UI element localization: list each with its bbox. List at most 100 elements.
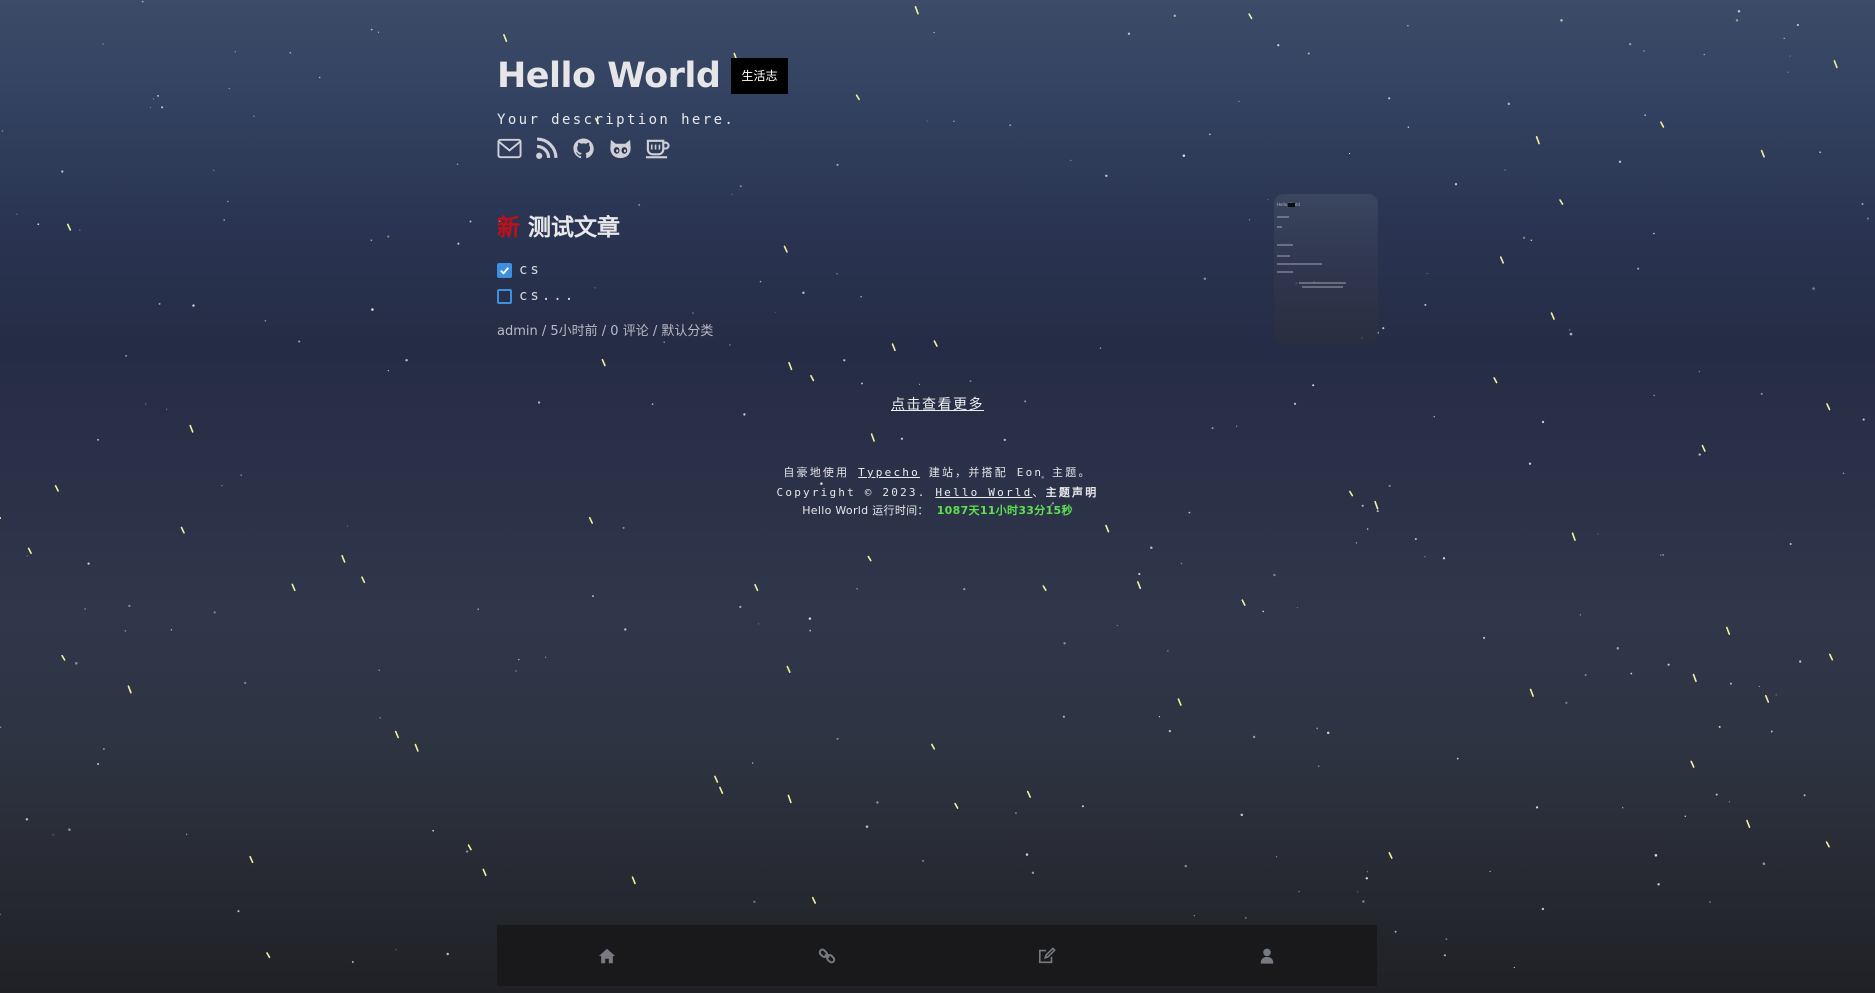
star-dot (1273, 573, 1276, 577)
nav-user[interactable] (1157, 925, 1377, 986)
star-dot (1099, 347, 1102, 349)
star-dot (592, 595, 594, 598)
post-meta: admin / 5小时前 / 0 评论 / 默认分类 (497, 324, 714, 339)
falling-spark (1825, 841, 1830, 848)
falling-spark (1177, 698, 1182, 706)
star-dot (102, 43, 104, 45)
post-title-text[interactable]: 测试文章 (528, 215, 620, 241)
falling-spark (1559, 199, 1564, 205)
falling-spark (719, 786, 724, 795)
star-dot (152, 98, 155, 100)
preview-thumbnail[interactable]: Hello World (1274, 194, 1378, 344)
star-dot (1244, 916, 1247, 919)
star-dot (1394, 930, 1397, 933)
falling-spark (1833, 60, 1838, 69)
falling-spark (1829, 653, 1834, 661)
post-title[interactable]: 新测试文章 (497, 208, 1137, 242)
coffee-icon[interactable] (645, 137, 670, 160)
task-item: cs... (497, 288, 1137, 304)
falling-spark (870, 433, 875, 442)
star-dot (379, 717, 381, 719)
star-dot (1698, 370, 1701, 373)
star-dot (1366, 871, 1368, 873)
star-dot (253, 115, 255, 118)
star-dot (1735, 19, 1739, 22)
star-dot (1541, 907, 1545, 911)
star-dot (1317, 765, 1320, 768)
edit-icon (1038, 946, 1056, 963)
star-dot (1366, 528, 1369, 530)
star-dot (809, 629, 812, 632)
star-dot (1770, 730, 1773, 733)
star-dot (1667, 663, 1670, 666)
view-more-link[interactable]: 点击查看更多 (891, 397, 984, 413)
star-dot (387, 369, 389, 372)
falling-spark (1248, 13, 1253, 20)
star-dot (808, 617, 812, 620)
falling-spark (786, 665, 791, 674)
star-dot (1775, 694, 1777, 696)
typecho-link[interactable]: Typecho (858, 466, 920, 479)
falling-spark (467, 844, 472, 851)
star-dot (1703, 53, 1706, 56)
star-dot (1684, 815, 1687, 818)
falling-spark (631, 876, 636, 885)
star-dot (638, 203, 641, 206)
star-dot (298, 340, 301, 343)
star-dot (1618, 160, 1622, 163)
github-icon[interactable] (571, 137, 596, 160)
falling-spark (1105, 524, 1110, 533)
checkbox-checked[interactable] (497, 262, 512, 278)
star-dot (1138, 572, 1141, 576)
star-dot (1070, 159, 1072, 162)
star-dot (1654, 854, 1658, 857)
star-dot (1569, 329, 1571, 331)
site-home-link[interactable]: Hello World (935, 486, 1032, 499)
site-badge[interactable]: 生活志 (731, 58, 788, 94)
star-dot (264, 319, 267, 322)
star-dot (1454, 183, 1458, 186)
star-dot (1173, 14, 1176, 17)
rss-icon[interactable] (534, 137, 559, 160)
post-card: 新测试文章 cs cs... admin / 5小时前 / 0 评论 / 默认分… (497, 208, 1137, 339)
theme-statement-link[interactable]: 主题声明 (1046, 486, 1099, 499)
mail-icon[interactable] (497, 137, 522, 160)
star-dot (757, 623, 760, 625)
star-dot (125, 355, 127, 357)
star-dot (1789, 55, 1791, 57)
star-dot (1127, 32, 1131, 36)
star-dot (289, 51, 292, 54)
star-dot (1298, 890, 1300, 893)
star-dot (933, 31, 935, 34)
copyright-text: Copyright © 2023. (776, 486, 927, 499)
star-dot (624, 628, 627, 631)
cat-icon[interactable] (608, 137, 633, 160)
star-dot (87, 562, 90, 565)
nav-edit[interactable] (937, 925, 1157, 986)
star-dot (1637, 267, 1640, 270)
star-dot (1238, 100, 1240, 103)
task-list: cs cs... (497, 262, 1137, 304)
task-label: cs... (519, 288, 577, 304)
star-dot (1507, 102, 1511, 106)
nav-home[interactable] (497, 925, 717, 986)
star-dot (900, 437, 904, 440)
star-dot (52, 834, 54, 836)
falling-spark (1550, 312, 1555, 320)
star-dot (243, 681, 247, 685)
star-dot (128, 604, 131, 608)
star-dot (1277, 44, 1280, 47)
falling-spark (189, 424, 194, 433)
star-dot (16, 213, 18, 215)
star-dot (1758, 685, 1760, 688)
star-dot (446, 952, 449, 956)
checkbox-unchecked[interactable] (497, 288, 512, 304)
nav-links[interactable] (717, 925, 937, 986)
star-dot (1365, 877, 1368, 880)
falling-spark (788, 361, 793, 371)
site-title[interactable]: Hello World (497, 54, 721, 98)
star-dot (1, 130, 4, 132)
runtime-label: Hello World 运行时间： (802, 504, 929, 517)
star-dot (1168, 729, 1172, 733)
star-dot (395, 949, 397, 951)
